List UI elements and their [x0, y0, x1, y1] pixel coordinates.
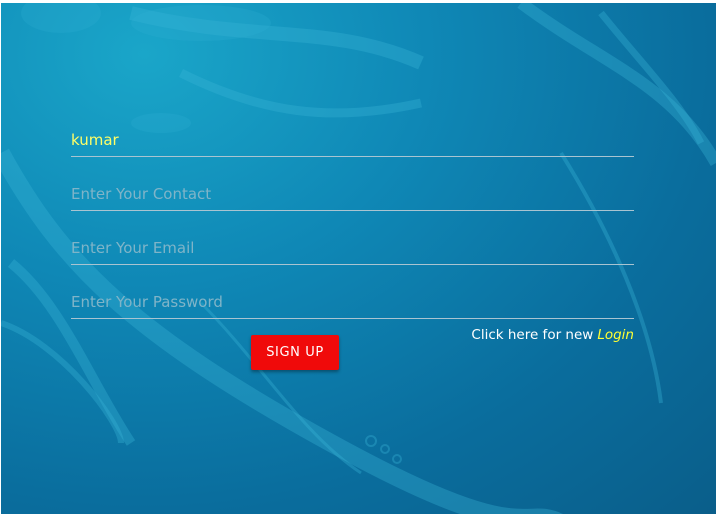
name-input[interactable] — [71, 131, 634, 149]
login-prompt: Click here for new Login — [471, 327, 634, 343]
contact-field-container — [71, 157, 634, 211]
email-input[interactable] — [71, 239, 634, 257]
login-prompt-text: Click here for new — [471, 327, 594, 343]
password-field-container — [71, 265, 634, 319]
signup-button[interactable]: SIGN UP — [251, 335, 339, 370]
contact-input[interactable] — [71, 185, 634, 203]
name-field-container — [71, 103, 634, 157]
password-input[interactable] — [71, 293, 634, 311]
signup-panel: SIGN UP Click here for newLogin — [1, 3, 716, 514]
email-field-container — [71, 211, 634, 265]
login-link[interactable]: Login — [597, 327, 634, 343]
